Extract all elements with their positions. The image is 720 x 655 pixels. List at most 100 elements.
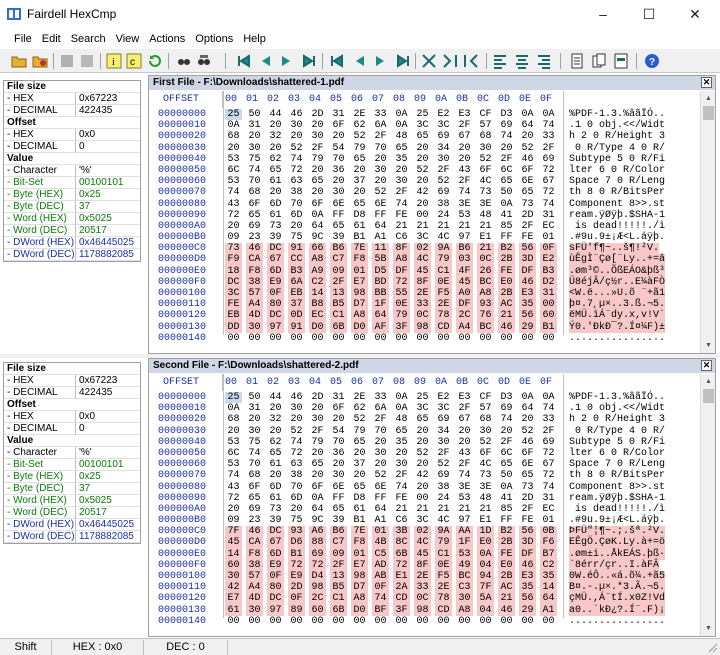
- hex-byte[interactable]: 65: [414, 414, 431, 425]
- next-diff-icon[interactable]: [278, 52, 296, 70]
- hex-byte[interactable]: 64: [309, 221, 326, 232]
- hex-byte[interactable]: 20: [267, 403, 284, 414]
- hex-byte[interactable]: 52: [414, 448, 431, 459]
- hex-byte[interactable]: BB: [372, 288, 389, 300]
- hex-byte[interactable]: 94: [477, 571, 494, 583]
- hex-byte[interactable]: 2F: [330, 276, 347, 289]
- hex-byte[interactable]: D4: [309, 571, 326, 583]
- hex-byte[interactable]: 00: [288, 616, 305, 627]
- info-icon[interactable]: i: [105, 52, 123, 70]
- hex-byte[interactable]: 00: [330, 333, 347, 344]
- align-center-icon[interactable]: [513, 52, 531, 70]
- hex-byte[interactable]: 68: [477, 131, 494, 142]
- hex-byte[interactable]: 65: [498, 176, 515, 187]
- hex-byte[interactable]: D3: [498, 392, 515, 403]
- hex-byte[interactable]: 68: [225, 414, 242, 425]
- hex-byte[interactable]: 00: [225, 333, 242, 344]
- hex-byte[interactable]: 20: [372, 176, 389, 187]
- paste-icon[interactable]: [612, 52, 630, 70]
- hex-byte[interactable]: 3C: [435, 403, 452, 414]
- hex-byte[interactable]: 20: [456, 437, 473, 448]
- hex-byte[interactable]: 20: [393, 448, 410, 459]
- hex-byte[interactable]: 57: [246, 288, 263, 300]
- hex-byte[interactable]: 0E: [435, 559, 452, 572]
- hex-byte[interactable]: 00: [435, 333, 452, 344]
- ascii-text[interactable]: Space 7 0 R/Leng: [569, 176, 665, 187]
- hex-byte[interactable]: 70: [330, 154, 347, 165]
- hex-byte[interactable]: 53: [456, 493, 473, 504]
- hex-byte[interactable]: 20: [414, 426, 431, 437]
- hex-byte[interactable]: AC: [498, 299, 515, 311]
- hex-row[interactable]: 00000030 20 30 20 52 2F 54 79 70 65 20 34 20 30 20 52 2F…: [149, 143, 701, 154]
- hex-byte[interactable]: 73: [519, 482, 536, 493]
- hex-byte[interactable]: 0F: [288, 593, 305, 605]
- hex-byte[interactable]: 21: [477, 504, 494, 515]
- hex-byte[interactable]: 20: [498, 426, 515, 437]
- hex-byte[interactable]: 6D: [288, 210, 305, 221]
- hex-byte[interactable]: 2D: [288, 582, 305, 594]
- hex-byte[interactable]: 20: [519, 414, 536, 425]
- hex-byte[interactable]: 20: [246, 414, 263, 425]
- ascii-text[interactable]: Space 7 0 R/Leng: [569, 459, 665, 470]
- hex-byte[interactable]: C1: [435, 265, 452, 277]
- hex-byte[interactable]: D0: [351, 604, 368, 616]
- hex-byte[interactable]: C2: [309, 276, 326, 289]
- hex-byte[interactable]: 30: [435, 154, 452, 165]
- hex-byte[interactable]: DC: [267, 310, 284, 322]
- hex-byte[interactable]: 61: [267, 176, 284, 187]
- hex-byte[interactable]: 29: [519, 321, 536, 333]
- disabled-icon[interactable]: [78, 52, 96, 70]
- hex-byte[interactable]: 20: [456, 426, 473, 437]
- hex-byte[interactable]: 0A: [225, 403, 242, 414]
- hex-byte[interactable]: 02: [414, 243, 431, 255]
- hex-byte[interactable]: DC: [225, 276, 242, 289]
- hex-byte[interactable]: 38: [435, 199, 452, 210]
- hex-byte[interactable]: 9A: [435, 243, 452, 255]
- hex-byte[interactable]: 0C: [477, 254, 494, 266]
- hex-byte[interactable]: 60: [225, 559, 242, 572]
- hex-byte[interactable]: 42: [414, 470, 431, 481]
- hex-byte[interactable]: 4C: [435, 515, 452, 526]
- hex-row[interactable]: 000000A0 20 69 73 20 64 65 61 64 21 21 21 21 21 85 2F EC…: [149, 221, 701, 232]
- hex-row[interactable]: 00000110 FE A4 80 37 B8 B5 D7 1F 0E 33 2E DF 93 AC 35 00…: [149, 299, 701, 311]
- hex-byte[interactable]: 30: [246, 426, 263, 437]
- hex-byte[interactable]: D7: [351, 299, 368, 311]
- hex-byte[interactable]: 20: [267, 120, 284, 131]
- hex-byte[interactable]: 00: [267, 616, 284, 627]
- hex-byte[interactable]: 09: [225, 515, 242, 526]
- hex-byte[interactable]: A8: [477, 288, 494, 300]
- hex-row[interactable]: 000000E0 14 F8 6D B1 69 09 01 C5 6B 45 C1 53 0A FE DF B7…: [149, 548, 701, 560]
- hex-byte[interactable]: 7E: [351, 243, 368, 255]
- hex-byte[interactable]: 4C: [477, 176, 494, 187]
- hex-byte[interactable]: 57: [477, 403, 494, 414]
- hex-byte[interactable]: 64: [519, 403, 536, 414]
- hex-row[interactable]: 00000000 25 50 44 46 2D 31 2E 33 0A 25 E2 E3 CF D3 0A 0A…: [149, 109, 701, 121]
- hex-byte[interactable]: 2D: [519, 210, 536, 221]
- hex-byte[interactable]: 79: [393, 310, 410, 322]
- hex-byte[interactable]: 20: [330, 131, 347, 142]
- hex-byte[interactable]: 57: [246, 571, 263, 583]
- hex-byte[interactable]: 14: [309, 288, 326, 300]
- hex-byte[interactable]: 69: [435, 414, 452, 425]
- hex-byte[interactable]: 3E: [456, 482, 473, 493]
- hex-byte[interactable]: 46: [246, 526, 263, 538]
- hex-byte[interactable]: DC: [267, 526, 284, 538]
- ascii-text[interactable]: th 8 0 R/BitsPer: [569, 470, 665, 481]
- hex-byte[interactable]: 00: [393, 333, 410, 344]
- hex-byte[interactable]: 2F: [456, 120, 473, 131]
- hex-byte[interactable]: 0F: [540, 243, 557, 255]
- hex-byte[interactable]: FE: [498, 265, 515, 277]
- hex-byte[interactable]: 3C: [414, 403, 431, 414]
- hex-byte[interactable]: 74: [225, 470, 242, 481]
- hex-row[interactable]: 000000F0 DC 38 E9 6A C2 2F E7 BD 72 8F 0E 45 BC E0 46 D2…: [149, 276, 701, 289]
- hex-byte[interactable]: 14: [540, 582, 557, 594]
- hex-byte[interactable]: E3: [456, 392, 473, 403]
- hex-byte[interactable]: 33: [414, 582, 431, 594]
- hex-byte[interactable]: 73: [267, 221, 284, 232]
- hex-byte[interactable]: 00: [414, 333, 431, 344]
- hex-byte[interactable]: 74: [246, 165, 263, 176]
- hex-byte[interactable]: 33: [372, 392, 389, 403]
- hex-byte[interactable]: 00: [246, 333, 263, 344]
- hex-byte[interactable]: DC: [267, 593, 284, 605]
- hex-byte[interactable]: 6E: [330, 199, 347, 210]
